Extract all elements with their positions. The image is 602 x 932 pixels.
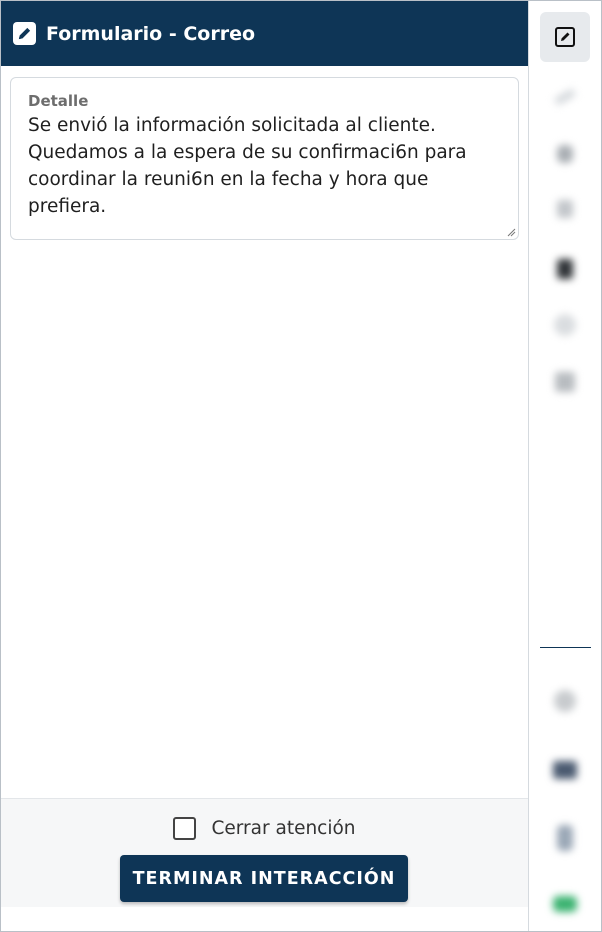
sidebar-chat-button[interactable]	[540, 745, 590, 795]
copy-icon	[557, 200, 573, 218]
form-footer: Cerrar atención TERMINAR INTERACCIÓN	[1, 798, 528, 907]
link-icon	[553, 88, 577, 106]
sidebar-copy-button[interactable]	[540, 184, 590, 234]
sidebar-user-button[interactable]	[540, 129, 590, 179]
right-sidebar	[528, 1, 601, 931]
sidebar-calendar-button[interactable]	[540, 357, 590, 407]
edit-icon	[555, 27, 575, 47]
globe-icon	[554, 314, 576, 336]
form-panel: Formulario - Correo Detalle Se envió la …	[1, 1, 528, 931]
help-icon	[554, 690, 576, 712]
edit-pencil-icon	[13, 22, 36, 45]
user-icon	[557, 145, 573, 163]
sidebar-globe-button[interactable]	[540, 300, 590, 350]
sidebar-whatsapp-button[interactable]	[540, 879, 590, 929]
sidebar-document-button[interactable]	[540, 244, 590, 294]
sidebar-phone-button[interactable]	[540, 813, 590, 863]
sidebar-link-button[interactable]	[540, 72, 590, 122]
detail-textarea[interactable]: Detalle Se envió la información solicita…	[10, 77, 519, 240]
chat-icon	[553, 761, 577, 779]
close-attention-label[interactable]: Cerrar atención	[211, 818, 355, 839]
sidebar-help-button[interactable]	[540, 676, 590, 726]
close-attention-row[interactable]: Cerrar atención	[1, 817, 528, 840]
panel-title: Formulario - Correo	[46, 22, 256, 45]
sidebar-edit-button[interactable]	[540, 12, 590, 62]
document-icon	[557, 259, 573, 279]
detail-text[interactable]: Se envió la información solicitada al cl…	[28, 112, 501, 220]
close-attention-checkbox[interactable]	[173, 817, 197, 840]
calendar-icon	[555, 372, 575, 392]
resize-grip-icon[interactable]	[506, 227, 516, 237]
panel-header: Formulario - Correo	[1, 1, 528, 66]
whatsapp-icon	[553, 896, 577, 912]
sidebar-divider	[540, 647, 591, 648]
phone-icon	[557, 825, 573, 851]
end-interaction-button[interactable]: TERMINAR INTERACCIÓN	[120, 855, 408, 902]
detail-label: Detalle	[28, 92, 89, 110]
